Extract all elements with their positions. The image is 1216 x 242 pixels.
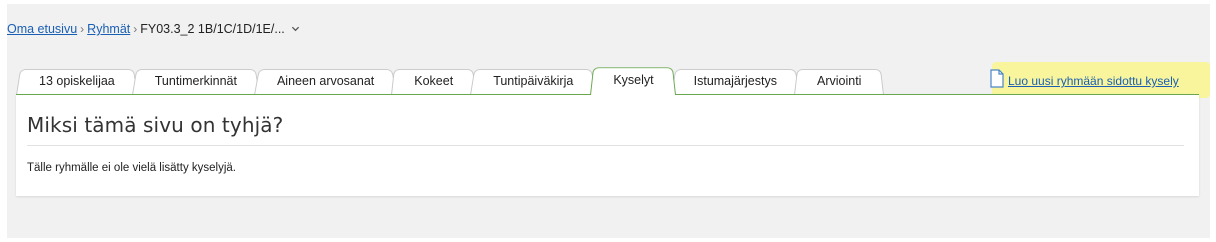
tab-surveys[interactable]: Kyselyt [590, 65, 677, 95]
create-group-survey-link[interactable]: Luo uusi ryhmään sidottu kysely [990, 62, 1210, 98]
tab-assessment[interactable]: Arviointi [793, 67, 885, 95]
content-panel: Miksi tämä sivu on tyhjä? Tälle ryhmälle… [16, 94, 1199, 196]
tab-bar: 13 opiskelijaa Tuntimerkinnät Aineen arv… [16, 65, 885, 95]
divider [27, 145, 1184, 146]
empty-state-message: Tälle ryhmälle ei ole vielä lisätty kyse… [27, 162, 236, 174]
create-survey-label[interactable]: Luo uusi ryhmään sidottu kysely [1008, 74, 1179, 88]
breadcrumb-home-link[interactable]: Oma etusivu [7, 22, 77, 36]
breadcrumb-groups-link[interactable]: Ryhmät [87, 22, 130, 36]
breadcrumb-separator: › [80, 22, 85, 36]
tab-label: Aineen arvosanat [276, 74, 375, 88]
tab-label: Istumajärjestys [693, 74, 777, 88]
breadcrumb: Oma etusivu › Ryhmät › FY03.3_2 1B/1C/1D… [7, 22, 300, 36]
chevron-down-icon[interactable] [291, 24, 300, 33]
tab-course-grades[interactable]: Aineen arvosanat [253, 67, 398, 95]
tab-label: Kokeet [414, 74, 454, 88]
tab-students[interactable]: 13 opiskelijaa [16, 67, 138, 95]
tab-lesson-diary[interactable]: Tuntipäiväkirja [470, 67, 597, 95]
tab-label: Kyselyt [613, 73, 654, 87]
breadcrumb-separator: › [133, 22, 138, 36]
tab-label: Tuntipäiväkirja [493, 74, 574, 88]
breadcrumb-current: FY03.3_2 1B/1C/1D/1E/... [140, 22, 285, 36]
document-icon [990, 68, 1004, 88]
tab-label: Arviointi [816, 74, 862, 88]
tab-exams[interactable]: Kokeet [391, 67, 477, 95]
page-title: Miksi tämä sivu on tyhjä? [27, 113, 284, 137]
tab-label: 13 opiskelijaa [39, 74, 115, 88]
tab-label: Tuntimerkinnät [154, 74, 237, 88]
tab-lesson-entries[interactable]: Tuntimerkinnät [131, 67, 260, 95]
tab-seating-order[interactable]: Istumajärjestys [670, 67, 800, 95]
